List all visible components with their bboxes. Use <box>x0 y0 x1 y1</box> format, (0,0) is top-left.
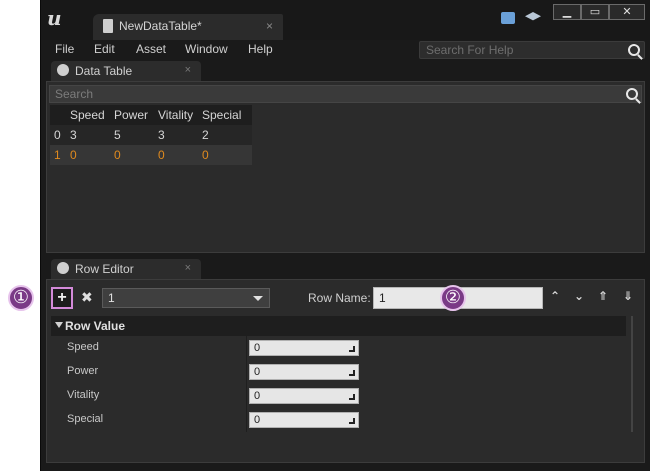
resize-corner-icon <box>349 346 355 352</box>
special-field[interactable]: 0 <box>249 412 359 428</box>
column-header[interactable]: Special <box>198 105 248 125</box>
remove-row-button[interactable]: ✖ <box>81 289 93 306</box>
resize-corner-icon <box>349 394 355 400</box>
row-editor-panel: + ✖ 1 Row Name: 1 ⌃ ⌄ ⇑ ⇓ Row Value Spee… <box>46 279 645 463</box>
special-value: 0 <box>254 414 261 426</box>
table-header-row: Speed Power Vitality Special <box>50 105 252 125</box>
document-tab[interactable]: NewDataTable* × <box>93 14 283 40</box>
table-cell: 5 <box>114 128 121 142</box>
data-table-panel: Search Speed Power Vitality Special 0 3 … <box>46 81 645 253</box>
table-row[interactable]: 0 3 5 3 2 <box>50 125 252 145</box>
vitality-field[interactable]: 0 <box>249 388 359 404</box>
row-selector-value: 1 <box>108 291 115 305</box>
table-cell: 3 <box>70 128 77 142</box>
tab-row-editor[interactable]: Row Editor × <box>51 259 201 279</box>
minimize-button[interactable]: ▁ <box>553 4 581 20</box>
property-label-power: Power <box>67 365 99 377</box>
collapse-triangle-icon[interactable] <box>55 322 63 328</box>
row-value-section-header[interactable]: Row Value <box>51 316 626 336</box>
speed-field[interactable]: 0 <box>249 340 359 356</box>
chat-icon[interactable] <box>501 12 515 24</box>
help-search-input[interactable]: Search For Help <box>419 41 645 59</box>
row-index: 1 <box>54 148 61 162</box>
row-editor-tab-icon <box>57 262 69 274</box>
document-tab-label: NewDataTable* <box>119 19 202 33</box>
property-label-speed: Speed <box>67 341 99 353</box>
vitality-value: 0 <box>254 390 261 402</box>
column-divider[interactable] <box>246 336 247 432</box>
column-header[interactable]: Speed <box>66 105 110 125</box>
document-icon <box>103 19 113 33</box>
title-bar: u NewDataTable* × ▁ ▭ ✕ <box>41 0 650 40</box>
row-editor-tab-label: Row Editor <box>75 262 134 276</box>
row-name-label: Row Name: <box>308 291 371 305</box>
editor-window: u NewDataTable* × ▁ ▭ ✕ File Edit Asset … <box>40 0 650 471</box>
menu-window[interactable]: Window <box>185 42 228 56</box>
row-value-properties: Speed 0 Power 0 Vitality 0 Special 0 <box>51 336 626 432</box>
document-tab-close-icon[interactable]: × <box>266 19 273 33</box>
maximize-button[interactable]: ▭ <box>581 4 609 20</box>
property-label-vitality: Vitality <box>67 389 100 401</box>
row-selector-dropdown[interactable]: 1 <box>102 288 270 308</box>
table-cell: 0 <box>70 148 77 162</box>
tab-data-table[interactable]: Data Table × <box>51 61 201 81</box>
menu-help[interactable]: Help <box>248 42 273 56</box>
help-search-placeholder: Search For Help <box>426 43 514 57</box>
row-value-title: Row Value <box>65 319 126 333</box>
callout-two: ② <box>440 285 466 311</box>
power-field[interactable]: 0 <box>249 364 359 380</box>
data-table-search-input[interactable]: Search <box>49 85 642 103</box>
move-bottom-icon[interactable]: ⇓ <box>623 289 633 303</box>
move-up-icon[interactable]: ⌃ <box>550 289 560 303</box>
speed-value: 0 <box>254 342 261 354</box>
menu-file[interactable]: File <box>55 42 74 56</box>
move-top-icon[interactable]: ⇑ <box>598 289 608 303</box>
menu-edit[interactable]: Edit <box>94 42 115 56</box>
data-table-search-placeholder: Search <box>55 87 94 101</box>
scrollbar[interactable] <box>631 316 633 432</box>
learn-cap-icon[interactable] <box>525 12 541 21</box>
table-cell: 3 <box>158 128 165 142</box>
close-window-button[interactable]: ✕ <box>609 4 645 20</box>
column-header[interactable]: Vitality <box>154 105 202 125</box>
unreal-logo-icon[interactable]: u <box>47 6 71 30</box>
column-header[interactable]: Power <box>110 105 154 125</box>
chevron-down-icon <box>253 296 263 301</box>
search-icon[interactable] <box>626 88 638 100</box>
table-cell: 0 <box>202 148 209 162</box>
move-down-icon[interactable]: ⌄ <box>574 289 584 303</box>
add-row-button[interactable]: + <box>51 287 73 309</box>
search-icon[interactable] <box>628 44 640 56</box>
table-cell: 0 <box>158 148 165 162</box>
power-value: 0 <box>254 366 261 378</box>
property-label-special: Special <box>67 413 104 425</box>
table-row-selected[interactable]: 1 0 0 0 0 <box>50 145 252 165</box>
table-cell: 2 <box>202 128 209 142</box>
column-header[interactable] <box>50 105 66 125</box>
data-table-tab-label: Data Table <box>75 64 133 78</box>
row-name-value: 1 <box>379 291 386 305</box>
menu-bar: File Edit Asset Window Help Search For H… <box>41 40 650 60</box>
row-editor-tab-close-icon[interactable]: × <box>185 262 191 274</box>
data-table-tab-close-icon[interactable]: × <box>185 64 191 76</box>
row-index: 0 <box>54 128 61 142</box>
resize-corner-icon <box>349 370 355 376</box>
menu-asset[interactable]: Asset <box>136 42 166 56</box>
table-cell: 0 <box>114 148 121 162</box>
resize-corner-icon <box>349 418 355 424</box>
callout-one: ① <box>8 285 34 311</box>
data-table-tab-icon <box>57 64 69 76</box>
